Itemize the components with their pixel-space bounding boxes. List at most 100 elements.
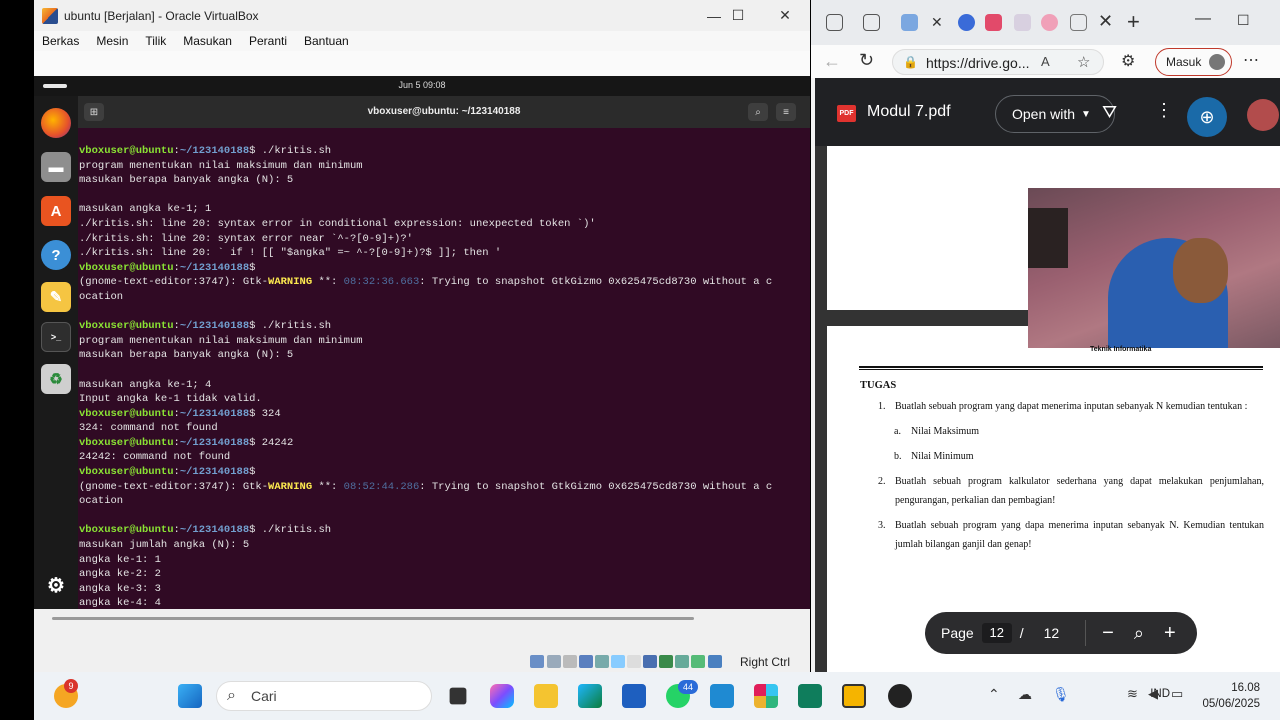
task-view-icon[interactable] bbox=[449, 687, 467, 705]
favorite-star-icon[interactable]: ☆ bbox=[1077, 53, 1090, 71]
ubuntu-guest-screen[interactable]: Jun 5 09:08 ▬ A ? ✎ >_ ♻ ⚙ ⊞ vboxuser@ub… bbox=[34, 76, 810, 609]
recording-icon[interactable] bbox=[643, 655, 657, 668]
prompt-path: ~/123140188 bbox=[179, 145, 250, 157]
close-button[interactable]: ✕ bbox=[762, 0, 808, 31]
back-icon[interactable]: ← bbox=[823, 51, 841, 72]
volume-icon[interactable]: ◀ bbox=[1148, 686, 1158, 702]
youtube-tab-favicon[interactable] bbox=[985, 14, 1002, 31]
menu-berkas[interactable]: Berkas bbox=[42, 34, 79, 48]
add-shortcut-icon[interactable]: ⛛ bbox=[1102, 102, 1117, 123]
usb-icon[interactable] bbox=[595, 655, 609, 668]
maximize-button[interactable]: ☐ bbox=[715, 0, 761, 31]
text-editor-icon[interactable]: ✎ bbox=[41, 282, 71, 312]
date-label: 05/06/2025 bbox=[1202, 698, 1260, 710]
menu-mesin[interactable]: Mesin bbox=[96, 34, 128, 48]
terminal-window[interactable]: ⊞ vboxuser@ubuntu: ~/123140188 ⌕ ≡ vboxu… bbox=[78, 96, 810, 609]
prompt-path: ~/123140188 bbox=[179, 407, 250, 420]
host-key-icon[interactable] bbox=[708, 655, 722, 668]
teams-icon[interactable] bbox=[798, 684, 822, 708]
zoom-in-icon[interactable]: + bbox=[1164, 622, 1176, 645]
virtualbox-icon bbox=[42, 7, 58, 24]
workspaces-icon[interactable] bbox=[826, 14, 843, 31]
file-explorer-icon[interactable] bbox=[534, 684, 558, 708]
copilot-tab-favicon[interactable] bbox=[958, 14, 975, 31]
more-options-icon[interactable]: ⋯ bbox=[1243, 50, 1259, 70]
menu-icon[interactable]: ≡ bbox=[776, 103, 796, 121]
tab-active-favicon[interactable] bbox=[901, 14, 918, 31]
terminal-line: vboxuser@ubuntu:~/123140188$ ./kritis.sh bbox=[79, 524, 332, 537]
read-aloud-icon[interactable]: A bbox=[1041, 54, 1050, 69]
guest-clock[interactable]: Jun 5 09:08 bbox=[34, 80, 810, 90]
hdd-icon[interactable] bbox=[530, 655, 544, 668]
terminal-output[interactable]: vboxuser@ubuntu:~/123140188$ ./kritis.sh… bbox=[78, 144, 810, 609]
tab-actions-icon[interactable] bbox=[863, 14, 880, 31]
tab-favicon-2[interactable] bbox=[1070, 14, 1087, 31]
page-number-input[interactable]: 12 bbox=[981, 623, 1012, 643]
obs-icon[interactable] bbox=[888, 684, 912, 708]
virtualbox-taskbar-icon[interactable] bbox=[842, 684, 866, 708]
copilot-icon[interactable] bbox=[490, 684, 514, 708]
terminal-line: vboxuser@ubuntu:~/123140188$ 24242 bbox=[79, 436, 294, 449]
app-center-icon[interactable]: A bbox=[41, 196, 71, 226]
account-avatar[interactable] bbox=[1247, 99, 1279, 131]
new-tab-icon[interactable]: + bbox=[1127, 9, 1140, 35]
menu-peranti[interactable]: Peranti bbox=[249, 34, 287, 48]
taskbar-search[interactable]: ⌕ Cari bbox=[216, 681, 432, 711]
zoom-icon[interactable]: ⌕ bbox=[1134, 623, 1144, 644]
close-tab-icon[interactable]: ✕ bbox=[931, 14, 943, 31]
lock-icon[interactable]: 🔒 bbox=[903, 55, 918, 69]
terminal-icon[interactable]: >_ bbox=[41, 322, 71, 352]
zoom-out-icon[interactable]: − bbox=[1102, 622, 1114, 645]
guest-additions-icon[interactable] bbox=[675, 655, 689, 668]
menu-masukan[interactable]: Masukan bbox=[183, 34, 232, 48]
terminal-line: angka ke-1: 1 bbox=[79, 553, 161, 566]
search-tab-favicon[interactable] bbox=[1014, 14, 1031, 31]
terminal-line: Input angka ke-1 tidak valid. bbox=[79, 393, 262, 406]
vscode-icon[interactable] bbox=[710, 684, 734, 708]
terminal-title: vboxuser@ubuntu: ~/123140188 bbox=[367, 106, 521, 117]
trash-icon[interactable]: ♻ bbox=[41, 364, 71, 394]
files-icon[interactable]: ▬ bbox=[41, 152, 71, 182]
restore-edge-icon[interactable]: ☐ bbox=[1237, 12, 1250, 29]
wifi-icon[interactable]: ≋ bbox=[1127, 686, 1138, 702]
close-tab-2-icon[interactable]: ✕ bbox=[1098, 11, 1113, 32]
firefox-icon[interactable] bbox=[41, 108, 71, 138]
battery-icon[interactable]: ▭ bbox=[1171, 686, 1183, 702]
store-icon[interactable] bbox=[622, 684, 646, 708]
network-icon[interactable] bbox=[579, 655, 593, 668]
mouse-integration-icon[interactable] bbox=[691, 655, 705, 668]
time-label: 16.08 bbox=[1231, 682, 1260, 694]
menu-tilik[interactable]: Tilik bbox=[145, 34, 166, 48]
refresh-icon[interactable]: ↻ bbox=[859, 50, 874, 71]
edge-icon[interactable] bbox=[578, 684, 602, 708]
vbox-titlebar[interactable]: ubuntu [Berjalan] - Oracle VirtualBox — … bbox=[34, 0, 810, 31]
cloud-icon[interactable]: ☁ bbox=[1018, 686, 1032, 703]
shared-folders-icon[interactable] bbox=[611, 655, 625, 668]
help-icon[interactable]: ? bbox=[41, 240, 71, 270]
system-clock[interactable]: 16.08 05/06/2025 bbox=[1202, 680, 1260, 712]
audio-icon[interactable] bbox=[563, 655, 577, 668]
search-icon[interactable]: ⌕ bbox=[748, 103, 768, 121]
more-actions-icon[interactable]: ⋮ bbox=[1155, 100, 1173, 121]
address-bar[interactable]: 🔒 https://drive.go... A ☆ bbox=[892, 49, 1104, 75]
extensions-icon[interactable]: ⚙ bbox=[1121, 51, 1135, 71]
menu-bantuan[interactable]: Bantuan bbox=[304, 34, 349, 48]
horizontal-scrollbar[interactable] bbox=[52, 617, 694, 620]
tab-favicon[interactable] bbox=[1041, 14, 1058, 31]
optical-drive-icon[interactable] bbox=[547, 655, 561, 668]
cpu-icon[interactable] bbox=[659, 655, 673, 668]
start-icon[interactable] bbox=[178, 684, 202, 708]
microphone-icon[interactable]: 🎙 bbox=[1052, 686, 1070, 703]
terminal-line: (gnome-text-editor:3747): Gtk-WARNING **… bbox=[79, 276, 773, 289]
terminal-line: vboxuser@ubuntu:~/123140188$ bbox=[79, 466, 256, 479]
show-apps-icon[interactable]: ⚙ bbox=[41, 570, 71, 600]
display-icon[interactable] bbox=[627, 655, 641, 668]
open-with-button[interactable]: Open with ▼ bbox=[995, 95, 1115, 133]
tray-chevron-icon[interactable]: ⌃ bbox=[988, 686, 1000, 703]
page-separator: / bbox=[1019, 625, 1024, 641]
sign-in-button[interactable]: Masuk bbox=[1155, 48, 1232, 76]
minimize-edge-icon[interactable]: — bbox=[1195, 10, 1211, 28]
share-button[interactable]: ⊕ bbox=[1187, 97, 1227, 137]
slack-icon[interactable] bbox=[754, 684, 778, 708]
